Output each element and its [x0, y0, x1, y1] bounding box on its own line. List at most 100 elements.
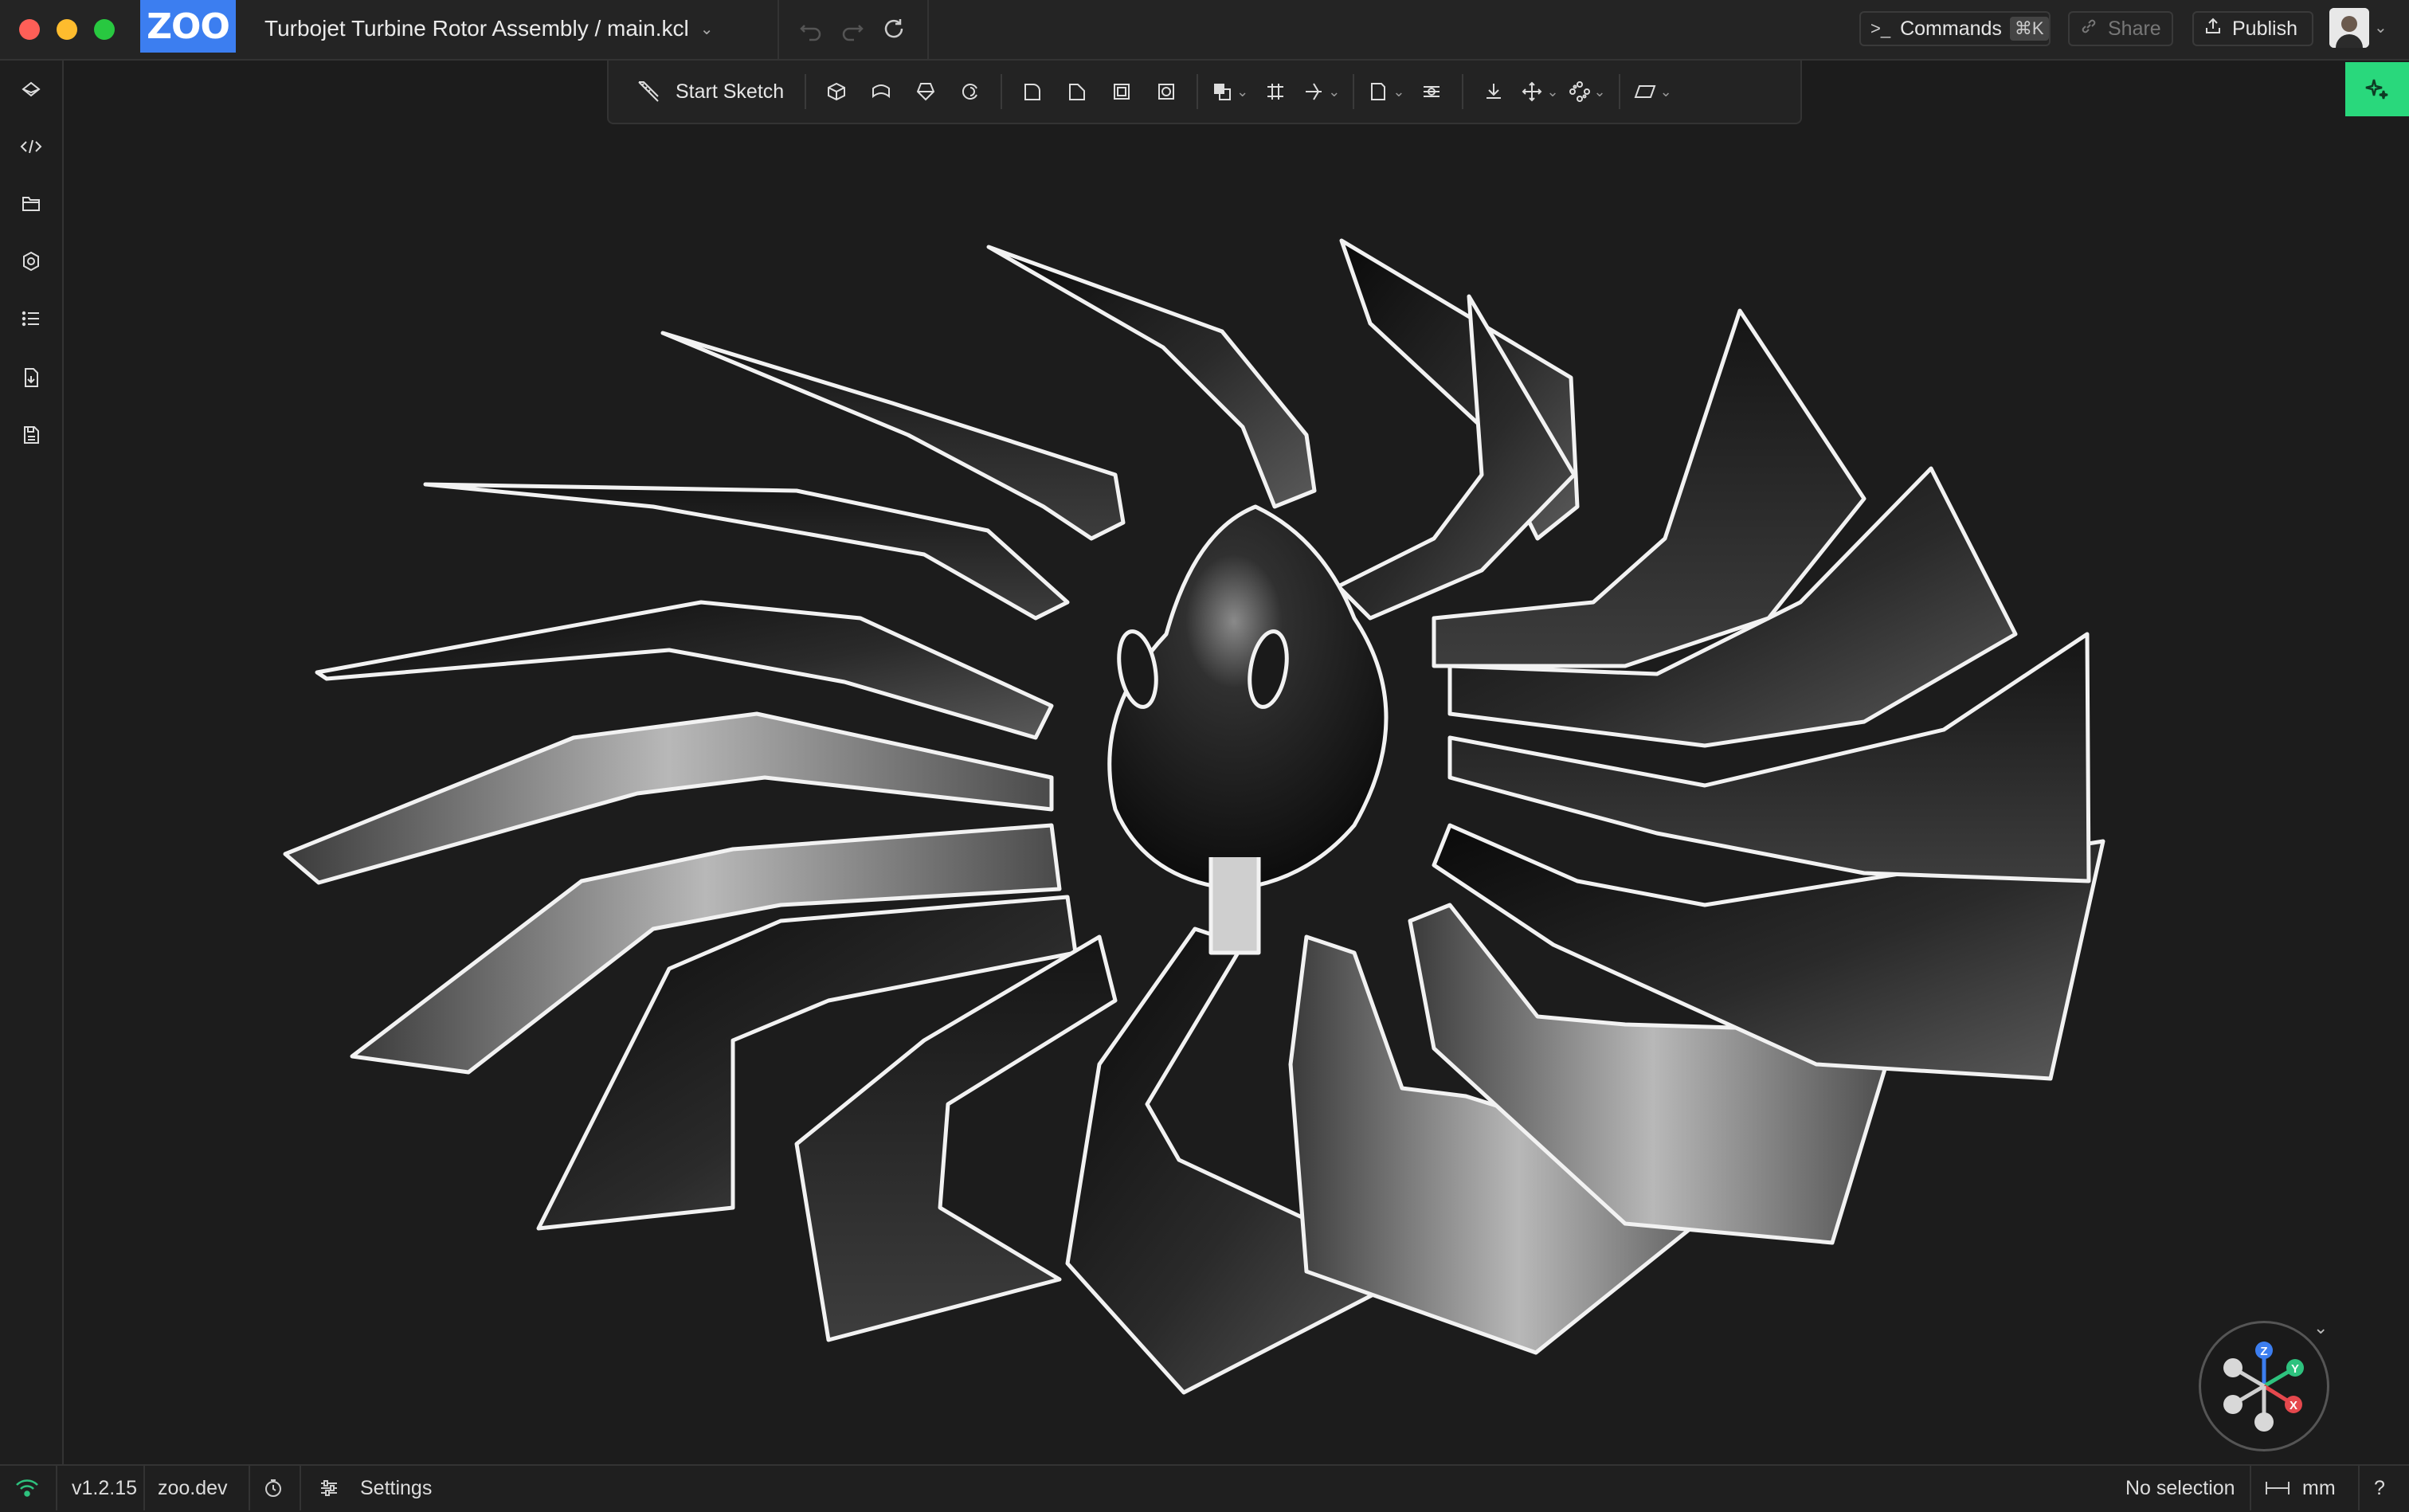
commands-shortcut: ⌘K — [2009, 17, 2049, 41]
sweep-icon[interactable] — [859, 69, 903, 114]
help-button[interactable]: ? — [2374, 1466, 2385, 1510]
chamfer-icon[interactable] — [1055, 69, 1099, 114]
toolbar-divider — [1353, 74, 1355, 109]
shell-icon[interactable] — [1099, 69, 1144, 114]
chevron-down-icon: ⌄ — [1659, 83, 1672, 100]
start-sketch-button[interactable]: Start Sketch — [623, 69, 797, 114]
chevron-down-icon: ⌄ — [1393, 83, 1405, 100]
document-title: Turbojet Turbine Rotor Assembly / main.k… — [264, 16, 689, 41]
selection-status: No selection — [2125, 1476, 2235, 1499]
zoom-window-button[interactable] — [94, 19, 115, 40]
loft-icon[interactable] — [903, 69, 948, 114]
network-status-icon[interactable] — [14, 1466, 40, 1510]
title-divider-2 — [927, 0, 929, 59]
site-link[interactable]: zoo.dev — [158, 1466, 228, 1510]
3d-viewport[interactable] — [64, 61, 2344, 1464]
axis-gizmo-graphic: Z Y X — [2223, 1342, 2304, 1432]
plane-dropdown[interactable]: ⌄ — [1362, 69, 1409, 114]
translate-dropdown[interactable]: ⌄ — [1516, 69, 1563, 114]
y-axis-label: Y — [2291, 1362, 2299, 1376]
boolean-dropdown[interactable]: ⌄ — [1206, 69, 1253, 114]
pattern-dropdown[interactable]: ⌄ — [1564, 69, 1611, 114]
zoo-logo[interactable]: ZOO — [140, 0, 236, 53]
status-bar: v1.2.15 zoo.dev Settings No selection mm… — [0, 1464, 2409, 1512]
export-icon[interactable] — [14, 360, 49, 395]
helix-icon — [1306, 83, 1322, 100]
list-icon[interactable] — [14, 301, 49, 336]
document-title-menu[interactable]: Turbojet Turbine Rotor Assembly / main.k… — [264, 13, 714, 45]
share-label: Share — [2108, 17, 2161, 40]
title-bar: ZOO Turbojet Turbine Rotor Assembly / ma… — [0, 0, 2409, 61]
pencil-ruler-icon — [638, 81, 659, 102]
status-divider — [56, 1466, 57, 1510]
start-sketch-label: Start Sketch — [676, 80, 785, 103]
ai-assistant-button[interactable] — [2345, 62, 2409, 116]
feature-tree-icon[interactable] — [14, 72, 49, 107]
logo-text: ZOO — [147, 6, 230, 47]
sparkle-icon — [2365, 79, 2388, 100]
units-button[interactable]: mm — [2264, 1466, 2336, 1510]
publish-button[interactable]: Publish — [2192, 11, 2313, 46]
revolve-icon[interactable] — [948, 69, 993, 114]
toolbar-divider — [1001, 74, 1003, 109]
undo-icon[interactable] — [793, 11, 828, 46]
insert-icon[interactable] — [1409, 69, 1454, 114]
boolean-icon — [1214, 84, 1232, 100]
view-dropdown[interactable]: ⌄ — [1628, 69, 1677, 114]
refresh-icon[interactable] — [876, 11, 911, 46]
save-file-icon[interactable] — [14, 417, 49, 452]
code-icon[interactable] — [14, 129, 49, 164]
measure-icon — [2266, 1482, 2290, 1494]
axis-gizmo[interactable]: Z Y X — [2199, 1321, 2329, 1451]
chevron-down-icon: ⌄ — [1593, 83, 1606, 100]
chevron-down-icon: ⌄ — [1546, 83, 1559, 100]
status-divider — [143, 1466, 145, 1510]
title-divider — [778, 0, 779, 59]
helix-dropdown[interactable]: ⌄ — [1298, 69, 1345, 114]
share-button[interactable]: Share — [2068, 11, 2173, 46]
turbine-rotor-model[interactable] — [64, 61, 2344, 1464]
settings-label: Settings — [360, 1476, 433, 1499]
chevron-down-icon: ⌄ — [1236, 83, 1249, 100]
status-divider — [249, 1466, 250, 1510]
status-divider — [300, 1466, 301, 1510]
chevron-down-icon: ⌄ — [1328, 83, 1341, 100]
import-icon[interactable] — [1471, 69, 1516, 114]
extrude-icon[interactable] — [814, 69, 859, 114]
translate-icon — [1522, 81, 1542, 102]
terminal-icon: >_ — [1870, 18, 1891, 38]
chevron-down-icon: ⌄ — [699, 20, 714, 38]
redo-icon[interactable] — [835, 11, 870, 46]
user-menu-chevron-icon[interactable]: ⌄ — [2374, 18, 2387, 37]
x-axis-label: X — [2290, 1399, 2297, 1412]
close-window-button[interactable] — [19, 19, 40, 40]
toolbar-divider — [805, 74, 807, 109]
plane-icon — [1371, 83, 1386, 100]
hole-icon[interactable] — [1144, 69, 1189, 114]
minimize-window-button[interactable] — [57, 19, 77, 40]
offset-plane-icon[interactable] — [1253, 69, 1298, 114]
commands-label: Commands — [1900, 17, 2002, 40]
publish-label: Publish — [2232, 17, 2297, 40]
files-icon[interactable] — [14, 186, 49, 221]
units-label: mm — [2302, 1476, 2336, 1499]
fillet-icon[interactable] — [1010, 69, 1055, 114]
status-divider — [2250, 1466, 2251, 1510]
left-sidebar — [0, 61, 64, 1464]
toolbar-divider — [1618, 74, 1620, 109]
stopwatch-icon[interactable] — [263, 1466, 284, 1510]
avatar[interactable] — [2329, 8, 2369, 48]
view-icon — [1634, 85, 1656, 98]
modeling-toolbar: Start Sketch ⌄ ⌄ ⌄ ⌄ ⌄ ⌄ — [607, 61, 1802, 124]
upload-icon — [2203, 17, 2223, 41]
z-axis-label: Z — [2260, 1345, 2267, 1358]
settings-button[interactable]: Settings — [319, 1466, 432, 1510]
link-icon — [2079, 17, 2098, 41]
status-divider — [2358, 1466, 2360, 1510]
toolbar-divider — [1462, 74, 1464, 109]
toolbar-divider — [1197, 74, 1199, 109]
settings-badge-icon[interactable] — [14, 244, 49, 279]
sliders-icon — [321, 1480, 337, 1496]
commands-button[interactable]: >_ Commands ⌘K — [1859, 11, 2051, 46]
version-label[interactable]: v1.2.15 — [72, 1466, 137, 1510]
